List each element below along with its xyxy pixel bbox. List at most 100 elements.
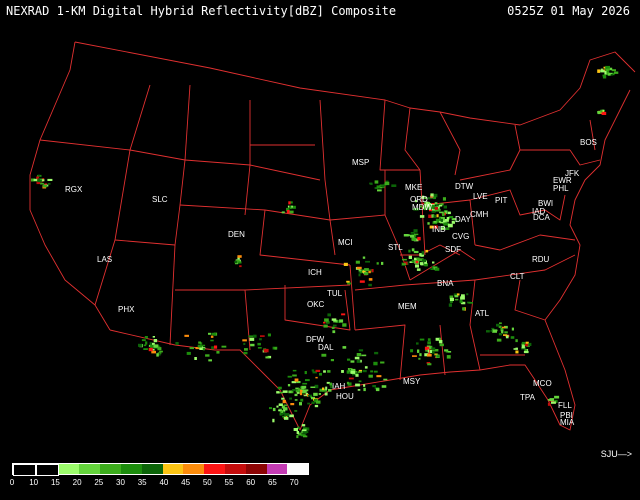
radar-composite-map: { "header": { "title": "NEXRAD 1-KM Digi… <box>0 0 640 500</box>
radar-echo <box>302 392 306 395</box>
radar-echo <box>375 388 380 392</box>
radar-echo <box>391 184 397 187</box>
radar-echo <box>355 260 360 264</box>
radar-echo <box>38 174 41 177</box>
radar-echo <box>416 342 419 345</box>
radar-echo <box>356 266 362 270</box>
city-label-den: DEN <box>228 230 245 239</box>
radar-echo <box>321 353 327 357</box>
radar-echo <box>282 390 288 393</box>
radar-echo <box>364 268 369 272</box>
radar-echo <box>205 354 210 357</box>
radar-echo <box>374 180 379 184</box>
radar-echo <box>339 319 344 323</box>
radar-echo <box>311 369 315 372</box>
radar-echo <box>234 260 238 264</box>
radar-echo <box>289 414 294 418</box>
city-label-dca: DCA <box>533 213 551 222</box>
radar-echo <box>468 302 473 304</box>
radar-echo <box>376 262 379 265</box>
radar-echo <box>143 348 148 350</box>
city-label-mem: MEM <box>398 302 417 311</box>
radar-echo <box>427 341 431 345</box>
radar-echo <box>175 342 179 345</box>
radar-echo <box>301 390 307 393</box>
legend-label: 40 <box>159 478 169 487</box>
radar-echo <box>447 223 453 228</box>
radar-echo <box>511 327 514 331</box>
radar-echo <box>289 397 292 400</box>
radar-echo <box>239 265 242 268</box>
radar-echo <box>184 334 189 337</box>
radar-echo <box>47 178 53 181</box>
radar-echo <box>380 361 385 364</box>
radar-echo <box>348 377 354 380</box>
radar-echo <box>284 416 289 420</box>
city-label-stl: STL <box>388 243 403 252</box>
radar-echo <box>454 298 459 301</box>
radar-echo <box>609 67 613 71</box>
radar-echo <box>322 387 325 391</box>
radar-echo <box>439 343 444 347</box>
legend-swatch <box>287 464 309 474</box>
city-label-slc: SLC <box>152 195 168 204</box>
radar-echo <box>436 214 439 218</box>
legend-label: 45 <box>181 478 191 487</box>
city-label-rgx: RGX <box>65 185 83 194</box>
radar-echo <box>319 372 322 376</box>
legend-label: 65 <box>267 478 277 487</box>
radar-echo <box>244 348 248 351</box>
radar-echo <box>406 234 410 237</box>
radar-echo <box>221 345 227 348</box>
radar-echo <box>442 212 445 216</box>
radar-echo <box>611 69 616 72</box>
radar-echo <box>427 363 432 366</box>
radar-echo <box>436 355 440 358</box>
radar-echo <box>365 260 370 263</box>
radar-echo <box>411 237 417 241</box>
city-label-mdw: MDW <box>412 203 432 212</box>
radar-echo <box>362 270 365 273</box>
radar-echo <box>359 280 365 283</box>
city-label-fll: FLL <box>558 401 572 410</box>
radar-echo <box>315 369 321 372</box>
legend-label: 15 <box>50 478 60 487</box>
radar-echo <box>438 205 443 207</box>
radar-echo <box>402 258 407 261</box>
radar-echo <box>323 321 326 324</box>
east-coast <box>544 89 631 346</box>
radar-echo <box>292 369 297 372</box>
radar-echo <box>347 282 352 285</box>
radar-echo <box>37 179 42 183</box>
radar-echo <box>421 251 425 255</box>
radar-echo <box>279 410 282 413</box>
radar-echo <box>528 342 532 346</box>
legend-swatch <box>245 464 267 474</box>
radar-echo <box>374 351 379 355</box>
city-label-phl: PHL <box>553 184 569 193</box>
radar-echo <box>363 387 366 392</box>
city-label-rdu: RDU <box>532 255 550 264</box>
radar-echo <box>357 371 362 373</box>
radar-echo <box>189 347 194 350</box>
legend-swatch <box>35 464 59 476</box>
city-label-clt: CLT <box>510 272 525 281</box>
radar-echo <box>327 370 331 373</box>
radar-echo <box>33 178 38 181</box>
radar-echo <box>208 359 212 362</box>
radar-echo <box>410 235 415 238</box>
radar-echo <box>448 303 452 307</box>
radar-echo <box>614 71 619 74</box>
radar-echo <box>376 375 382 378</box>
city-label-tul: TUL <box>327 289 343 298</box>
legend-swatch <box>266 464 288 474</box>
radar-echo <box>486 330 490 333</box>
radar-echo <box>302 382 308 385</box>
radar-echo <box>289 210 294 214</box>
radar-echo <box>433 196 436 200</box>
radar-echo <box>501 330 504 334</box>
radar-echo <box>299 392 303 396</box>
radar-echo <box>150 345 154 348</box>
state-borders <box>29 41 636 431</box>
radar-echo <box>446 355 451 359</box>
